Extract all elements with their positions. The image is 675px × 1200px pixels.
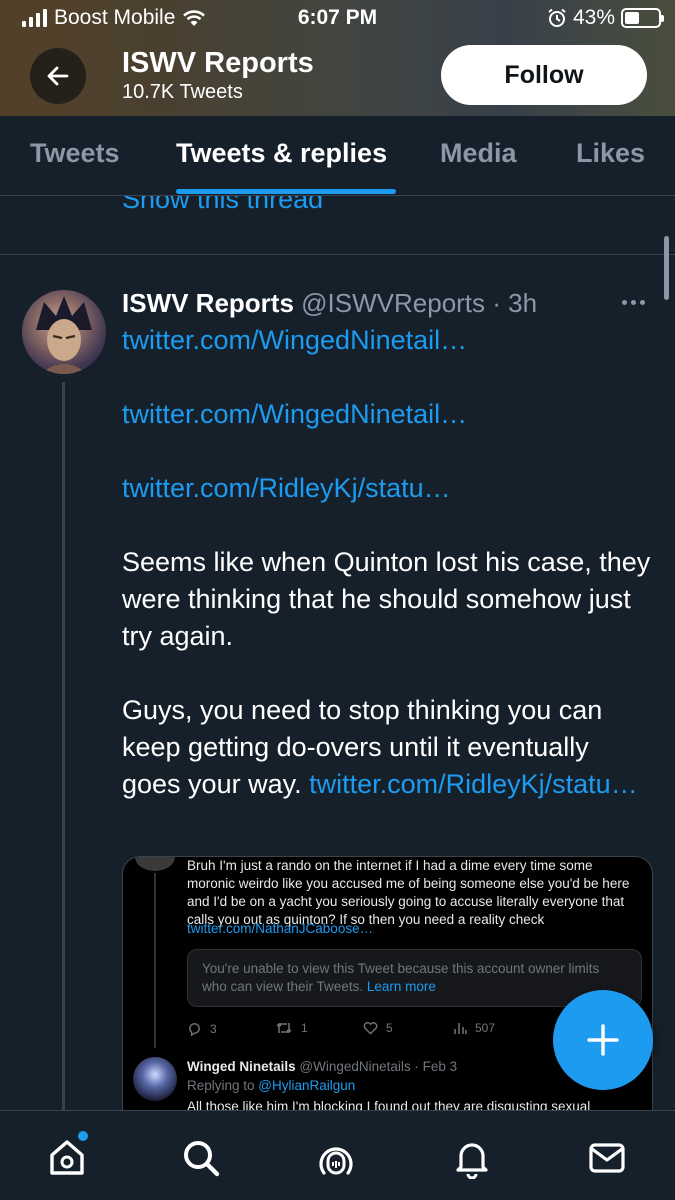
tab-tweets[interactable]: Tweets — [30, 138, 120, 169]
tweet-separator: · — [485, 288, 509, 318]
bottom-nav — [0, 1110, 675, 1200]
home-icon — [50, 1140, 84, 1175]
nav-messages[interactable] — [582, 1133, 632, 1183]
tweet-body: twitter.com/WingedNinetail… twitter.com/… — [122, 322, 652, 803]
alarm-icon — [548, 8, 566, 27]
back-button[interactable] — [30, 48, 86, 104]
embed-views-count: 507 — [453, 1021, 495, 1035]
search-icon — [184, 1141, 220, 1177]
learn-more-link: Learn more — [366, 979, 436, 994]
plus-icon — [587, 1024, 619, 1056]
nav-spaces[interactable] — [311, 1133, 361, 1183]
thread-line — [62, 382, 65, 1110]
tweet-divider — [0, 254, 675, 255]
show-thread-link[interactable]: Show this thread — [122, 196, 323, 215]
tweet-link-1[interactable]: twitter.com/WingedNinetail… — [122, 325, 467, 355]
embed-reply-text: All those like him I'm blocking I found … — [187, 1099, 591, 1110]
embed-reply-handle: @WingedNinetails · Feb 3 — [299, 1059, 458, 1074]
embed-like-count: 5 — [363, 1021, 393, 1035]
profile-title: ISWV Reports 10.7K Tweets — [122, 46, 314, 104]
tweet-link-4[interactable]: twitter.com/RidleyKj/statu… — [309, 769, 638, 799]
profile-header: Boost Mobile 6:07 PM 43% ISWV Reports 10… — [0, 0, 675, 116]
reply-icon — [189, 1023, 200, 1036]
battery-percent: 43% — [572, 6, 615, 29]
embed-tweet-text: Bruh I'm just a rando on the internet if… — [187, 858, 630, 927]
more-icon[interactable] — [622, 300, 645, 305]
tweet-header: ISWV Reports @ISWVReports · 3h — [122, 288, 537, 319]
compose-tweet-button[interactable] — [553, 990, 653, 1090]
nav-notifications[interactable] — [447, 1133, 497, 1183]
profile-name: ISWV Reports — [122, 47, 314, 79]
follow-button[interactable]: Follow — [441, 45, 647, 105]
embed-actions: 3 1 5 507 — [187, 1021, 567, 1041]
nav-search[interactable] — [176, 1133, 226, 1183]
tweet-handle[interactable]: @ISWVReports — [301, 288, 485, 318]
home-notification-dot — [78, 1131, 88, 1141]
scrollbar[interactable] — [664, 236, 669, 300]
tweet-count: 10.7K Tweets — [122, 81, 243, 103]
mail-icon — [589, 1143, 625, 1173]
tweet-link-2[interactable]: twitter.com/WingedNinetail… — [122, 399, 467, 429]
tweet-author[interactable]: ISWV Reports — [122, 288, 294, 318]
status-bar: Boost Mobile 6:07 PM 43% — [0, 0, 675, 36]
embed-reply-avatar — [133, 1057, 177, 1101]
embed-link: twitter.com/NathanJCaboose… — [187, 921, 374, 936]
embed-thread-line — [154, 873, 156, 1048]
active-tab-indicator — [176, 189, 396, 194]
views-icon — [454, 1023, 467, 1034]
spaces-icon — [319, 1147, 353, 1175]
tab-media[interactable]: Media — [440, 138, 517, 169]
tweet-time[interactable]: 3h — [508, 288, 537, 318]
avatar-image — [36, 296, 92, 374]
embed-retweet-count: 1 — [275, 1021, 308, 1035]
avatar[interactable] — [22, 290, 106, 374]
tab-likes[interactable]: Likes — [576, 138, 645, 169]
arrow-left-icon — [47, 66, 69, 86]
bell-icon — [456, 1143, 488, 1179]
embed-reply-author: Winged Ninetails — [187, 1059, 296, 1074]
battery-level — [625, 12, 639, 24]
retweet-icon — [276, 1022, 292, 1034]
embed-reply-count: 3 — [187, 1021, 217, 1036]
timeline[interactable]: Show this thread ISWV Reports @ISWVRepor… — [0, 196, 675, 1110]
tweet-paragraph-1: Seems like when Quinton lost his case, t… — [122, 547, 651, 651]
embed-replying-to: Replying to @HylianRailgun — [187, 1078, 356, 1093]
heart-icon — [363, 1022, 378, 1035]
tab-tweets-replies[interactable]: Tweets & replies — [176, 138, 387, 169]
profile-tabs: Tweets Tweets & replies Media Likes — [0, 116, 675, 196]
tweet-link-3[interactable]: twitter.com/RidleyKj/statu… — [122, 473, 451, 503]
battery-icon — [621, 8, 664, 28]
embed-top-avatar — [135, 857, 175, 871]
status-right: 43% — [547, 6, 664, 30]
embed-reply-header: Winged Ninetails @WingedNinetails · Feb … — [187, 1059, 457, 1074]
